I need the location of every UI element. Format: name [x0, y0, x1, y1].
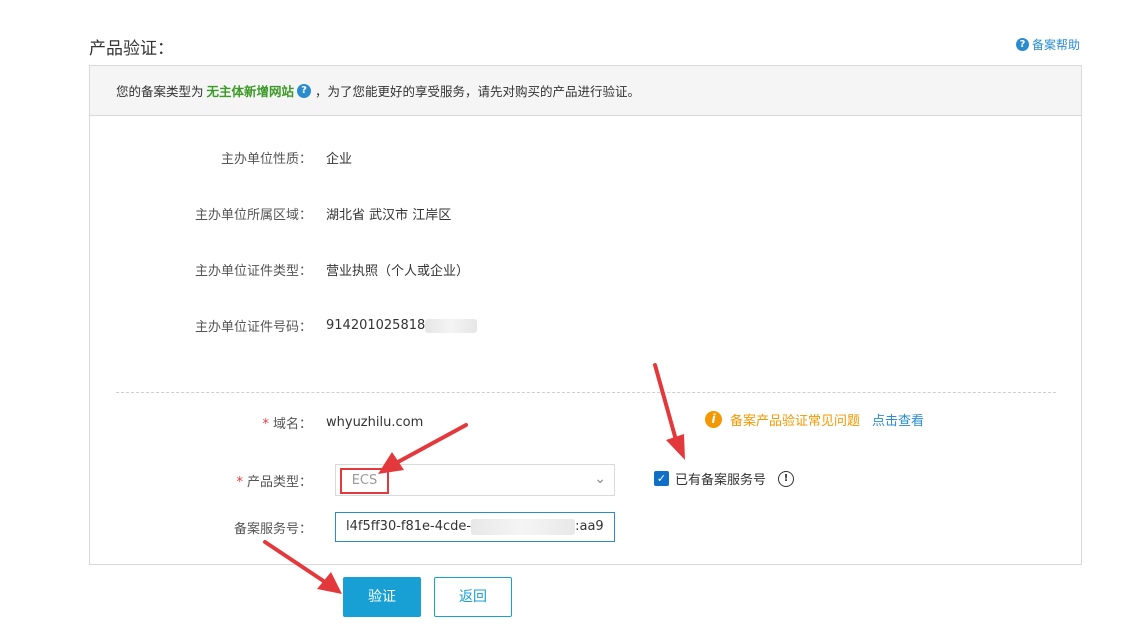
domain-label: 域名：	[272, 417, 312, 432]
help-icon: ?	[1016, 38, 1029, 51]
product-type-label: 产品类型：	[246, 475, 312, 490]
verify-button[interactable]: 验证	[343, 577, 421, 617]
info-label: 主办单位证件号码：	[194, 320, 312, 335]
info-label: 主办单位性质：	[220, 152, 312, 167]
info-row-cert-type: 主办单位证件类型： 营业执照（个人或企业）	[90, 260, 469, 279]
domain-value: whyuzhilu.com	[326, 415, 424, 430]
service-no-checkbox-wrap[interactable]: ✓ 已有备案服务号 !	[654, 469, 795, 488]
notice-suffix: ，为了您能更好的享受服务，请先对购买的产品进行验证。	[315, 84, 641, 99]
exclamation-icon[interactable]: !	[778, 470, 795, 487]
chevron-down-icon: ⌄	[594, 471, 606, 487]
info-label: 主办单位证件类型：	[194, 264, 312, 279]
faq-hint: i 备案产品验证常见问题 点击查看	[705, 410, 924, 429]
info-row-cert-number: 主办单位证件号码： 914201025818	[90, 316, 478, 335]
question-icon[interactable]: ?	[297, 83, 312, 98]
info-value: 湖北省 武汉市 江岸区	[326, 208, 452, 223]
faq-text: 备案产品验证常见问题	[730, 414, 861, 429]
page-title: 产品验证：	[89, 39, 174, 59]
required-mark: *	[262, 417, 269, 432]
verification-panel: 您的备案类型为 无主体新增网站 ? ，为了您能更好的享受服务，请先对购买的产品进…	[89, 65, 1082, 565]
product-type-value: ECS	[340, 468, 389, 494]
back-button[interactable]: 返回	[434, 577, 512, 617]
faq-link[interactable]: 点击查看	[872, 410, 924, 429]
service-no-checkbox[interactable]: ✓	[654, 471, 669, 486]
product-type-select[interactable]: ECS ⌄	[335, 464, 615, 496]
redacted-blur	[471, 518, 576, 535]
arrow-head	[317, 572, 342, 594]
info-value: 营业执照（个人或企业）	[326, 264, 470, 279]
service-no-input[interactable]: l4f5ff30-f81e-4cde- :aa9	[335, 512, 615, 542]
notice-bar: 您的备案类型为 无主体新增网站 ? ，为了您能更好的享受服务，请先对购买的产品进…	[90, 66, 1081, 116]
info-row-region: 主办单位所属区域： 湖北省 武汉市 江岸区	[90, 204, 451, 223]
product-type-row: * 产品类型：	[90, 471, 326, 490]
checkbox-label: 已有备案服务号	[675, 473, 767, 488]
info-row-nature: 主办单位性质： 企业	[90, 148, 352, 167]
service-no-value-start: l4f5ff30-f81e-4cde-	[346, 519, 472, 534]
cert-number-text: 914201025818	[326, 318, 426, 333]
domain-label-wrap: * 域名：	[90, 413, 326, 432]
domain-row: * 域名： whyuzhilu.com	[90, 413, 423, 432]
service-no-value-end: :aa9	[575, 519, 604, 534]
required-mark: *	[236, 475, 243, 490]
info-label: 主办单位所属区域：	[194, 208, 312, 223]
help-label: 备案帮助	[1032, 38, 1081, 52]
info-icon: i	[705, 411, 722, 428]
service-no-row: 备案服务号：	[90, 518, 326, 537]
notice-highlight: 无主体新增网站	[206, 84, 295, 99]
help-link[interactable]: ? 备案帮助	[1016, 36, 1080, 53]
info-value: 企业	[326, 152, 353, 167]
notice-prefix: 您的备案类型为	[116, 84, 204, 99]
product-type-label-wrap: * 产品类型：	[90, 471, 326, 490]
service-no-label: 备案服务号：	[233, 522, 312, 537]
info-value: 914201025818	[326, 318, 478, 333]
redacted-blur	[425, 318, 478, 333]
dashed-divider	[116, 392, 1056, 393]
